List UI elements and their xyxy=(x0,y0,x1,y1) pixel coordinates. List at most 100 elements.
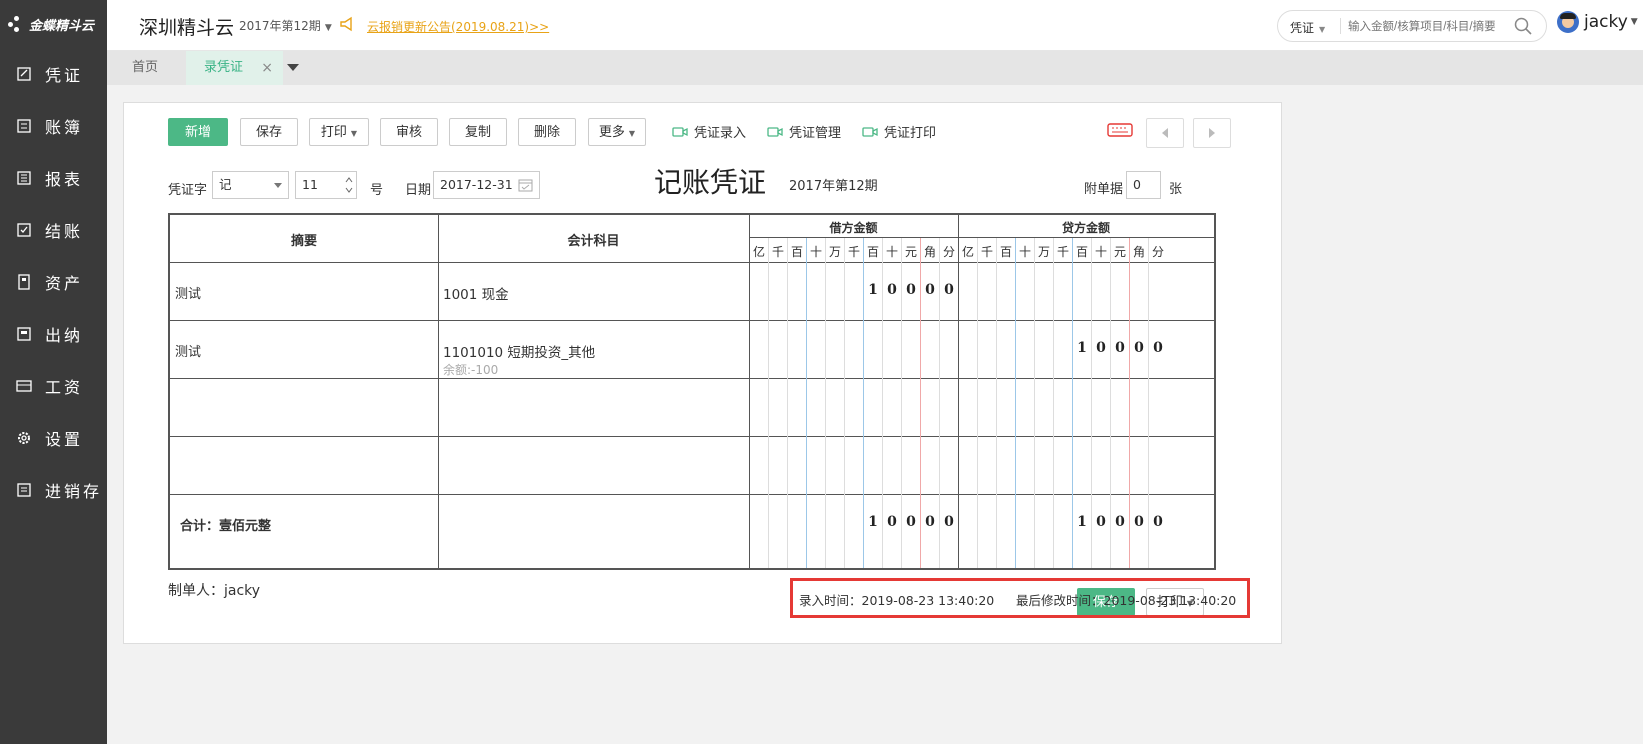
save-button[interactable]: 保存 xyxy=(240,118,298,146)
keyboard-icon[interactable] xyxy=(1107,121,1133,139)
payroll-icon xyxy=(16,378,32,394)
calendar-icon[interactable] xyxy=(518,178,533,192)
unit-label: 十 xyxy=(809,245,822,259)
search-category-label: 凭证 xyxy=(1290,21,1315,35)
announcement-link[interactable]: 云报销更新公告(2019.08.21)>> xyxy=(367,18,549,35)
caret-down-icon xyxy=(274,183,282,188)
voucher-number-stepper[interactable]: 11 xyxy=(295,171,357,199)
voucher-print-link[interactable]: 凭证打印 xyxy=(862,122,936,141)
voucher-icon xyxy=(16,66,32,82)
maker-label: 制单人：jacky xyxy=(168,583,261,599)
summary-cell[interactable] xyxy=(171,263,437,319)
entry-time: 录入时间：2019-08-23 13:40:20 xyxy=(799,593,995,608)
tab-home[interactable]: 首页 xyxy=(107,51,183,85)
account-header: 会计科目 xyxy=(567,234,620,249)
unit-label: 角 xyxy=(923,245,936,259)
checkout-icon xyxy=(16,222,32,238)
sidebar-item-label: 工资 xyxy=(45,378,84,397)
user-menu[interactable]: jacky ▼ xyxy=(1557,11,1638,33)
sidebar-item-8[interactable]: 进销存 xyxy=(0,464,107,516)
sidebar-item-3[interactable]: 结账 xyxy=(0,204,107,256)
sidebar-item-label: 凭证 xyxy=(45,66,84,85)
stepper-arrows-icon[interactable] xyxy=(345,176,353,194)
sidebar-item-1[interactable]: 账簿 xyxy=(0,100,107,152)
caret-down-icon: ▼ xyxy=(1630,17,1638,27)
voucher-title: 记账凭证 xyxy=(654,166,767,199)
sidebar-item-4[interactable]: 资产 xyxy=(0,256,107,308)
voucher-number-value: 11 xyxy=(302,177,318,192)
search-icon[interactable] xyxy=(1514,17,1532,35)
close-icon[interactable]: × xyxy=(261,51,273,85)
copy-button[interactable]: 复制 xyxy=(449,118,507,146)
account-cell[interactable] xyxy=(439,437,748,493)
total-credit-digit: 0 xyxy=(1153,514,1163,530)
debit-digit: 0 xyxy=(944,282,954,298)
sidebar-item-6[interactable]: 工资 xyxy=(0,360,107,412)
voucher-print-label: 凭证打印 xyxy=(884,126,937,141)
caret-down-icon: ▼ xyxy=(324,23,332,33)
total-label: 合计：壹佰元整 xyxy=(180,519,272,534)
divider xyxy=(1340,18,1341,34)
timestamps-highlight: 录入时间：2019-08-23 13:40:20 最后修改时间：2019-08-… xyxy=(790,578,1250,618)
voucher-entry-label: 凭证录入 xyxy=(694,126,747,141)
period-label: 2017年第12期 xyxy=(239,19,321,33)
caret-down-icon: ▼ xyxy=(628,129,636,138)
search-category-select[interactable]: 凭证 ▼ xyxy=(1290,19,1325,36)
voucher-entry-link[interactable]: 凭证录入 xyxy=(672,122,746,141)
unit-gridline xyxy=(1015,238,1016,568)
company-name: 深圳精斗云 xyxy=(139,17,235,39)
debit-digit: 1 xyxy=(868,282,878,298)
period-selector[interactable]: 2017年第12期 ▼ xyxy=(239,17,332,34)
unit-label: 分 xyxy=(1151,245,1164,259)
more-dropdown-button[interactable]: 更多 ▼ xyxy=(588,118,646,146)
debit-digit: 0 xyxy=(906,282,916,298)
logo[interactable]: 金蝶精斗云 xyxy=(0,0,107,48)
add-button[interactable]: 新增 xyxy=(168,118,228,146)
ledger-icon xyxy=(16,118,32,134)
unit-label: 千 xyxy=(1056,245,1069,259)
search-input[interactable] xyxy=(1346,17,1510,37)
unit-label: 千 xyxy=(771,245,784,259)
logo-text: 金蝶精斗云 xyxy=(29,18,95,34)
voucher-word-select[interactable]: 记 xyxy=(212,171,289,199)
sidebar-item-5[interactable]: 出纳 xyxy=(0,308,107,360)
debit-header: 借方金额 xyxy=(829,221,878,235)
credit-digit: 0 xyxy=(1153,340,1163,356)
print-label: 打印 xyxy=(320,125,347,140)
summary-cell[interactable] xyxy=(171,321,437,377)
sidebar-item-7[interactable]: 设置 xyxy=(0,412,107,464)
tab-record-voucher[interactable]: 录凭证 × xyxy=(186,51,283,85)
number-suffix: 号 xyxy=(370,183,384,198)
sidebar-item-label: 进销存 xyxy=(45,482,103,501)
unit-label: 分 xyxy=(942,245,955,259)
credit-header: 贷方金额 xyxy=(1061,221,1110,235)
credit-digit: 0 xyxy=(1096,340,1106,356)
delete-button[interactable]: 删除 xyxy=(518,118,576,146)
voucher-manage-link[interactable]: 凭证管理 xyxy=(767,122,841,141)
tab-dropdown-icon[interactable] xyxy=(287,64,299,71)
sidebar-item-2[interactable]: 报表 xyxy=(0,152,107,204)
next-voucher-button[interactable] xyxy=(1193,118,1231,148)
header-divider xyxy=(749,237,1214,238)
caret-down-icon: ▼ xyxy=(1319,25,1326,34)
prev-voucher-button[interactable] xyxy=(1146,118,1184,148)
unit-label: 万 xyxy=(1037,245,1050,259)
unit-label: 百 xyxy=(999,245,1012,259)
unit-label: 百 xyxy=(790,245,803,259)
date-input[interactable]: 2017-12-31 xyxy=(433,171,540,199)
voucher-period: 2017年第12期 xyxy=(789,179,878,194)
summary-cell[interactable] xyxy=(171,437,437,493)
unit-label: 元 xyxy=(1113,245,1126,259)
audit-button[interactable]: 审核 xyxy=(380,118,438,146)
account-cell[interactable] xyxy=(439,379,748,435)
cashier-icon xyxy=(16,326,32,342)
sidebar-item-0[interactable]: 凭证 xyxy=(0,48,107,100)
summary-cell[interactable] xyxy=(171,379,437,435)
sidebar-item-label: 资产 xyxy=(45,274,84,293)
summary-text: 测试 xyxy=(175,345,202,360)
gear-icon xyxy=(16,430,32,446)
attachment-count-input[interactable]: 0 xyxy=(1126,171,1161,199)
search-box: 凭证 ▼ xyxy=(1277,10,1547,42)
print-dropdown-button[interactable]: 打印 ▼ xyxy=(309,118,369,146)
credit-digit: 0 xyxy=(1134,340,1144,356)
